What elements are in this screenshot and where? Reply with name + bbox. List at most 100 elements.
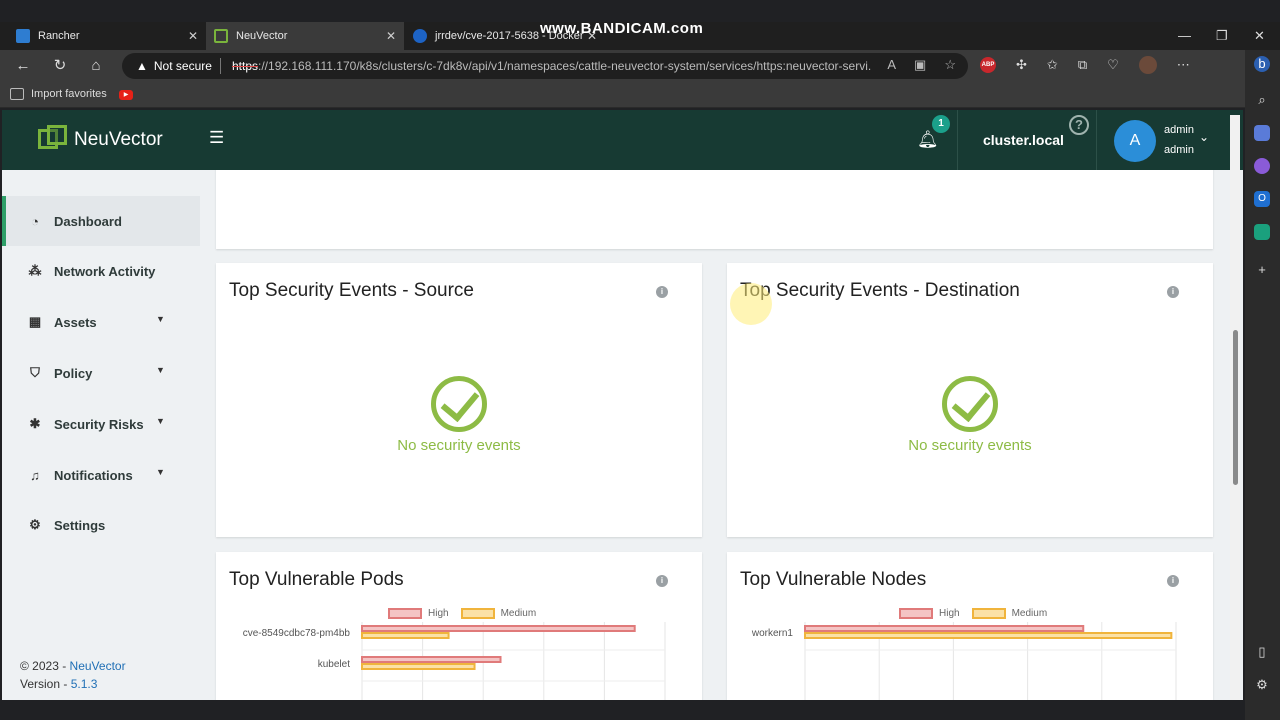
sidebar-item-network-activity[interactable]: ⁂ Network Activity xyxy=(2,246,200,296)
sidebar-item-settings[interactable]: ⚙ Settings xyxy=(2,500,200,550)
url-field[interactable]: ▲ Not secure https://192.168.111.170/k8s… xyxy=(122,53,968,79)
category-label: kubelet xyxy=(318,659,350,670)
info-icon[interactable]: i xyxy=(656,575,668,587)
notification-count-badge: 1 xyxy=(932,115,950,133)
top-vulnerable-nodes-card: Top Vulnerable Nodes i High Medium worke… xyxy=(727,552,1213,700)
sidebar-item-assets[interactable]: ▦ Assets ▼ xyxy=(2,297,200,347)
add-icon[interactable]: + xyxy=(1254,262,1270,278)
import-favorites-label: Import favorites xyxy=(31,88,107,100)
check-circle-icon xyxy=(431,376,487,432)
screen: Rancher ✕ NeuVector ✕ jrrdev/cve-2017-56… xyxy=(0,0,1280,720)
info-icon[interactable]: i xyxy=(1167,286,1179,298)
summary-card xyxy=(216,170,1213,249)
legend-swatch-high[interactable] xyxy=(388,608,422,619)
empty-state-text: No security events xyxy=(908,437,1032,454)
docker-icon xyxy=(413,29,427,43)
cluster-name[interactable]: cluster.local xyxy=(983,132,1064,148)
legend-label: Medium xyxy=(1011,608,1048,619)
more-menu-icon[interactable]: ⋯ xyxy=(1177,57,1190,73)
favorites-icon[interactable]: ✩ xyxy=(1047,57,1058,73)
legend-label: Medium xyxy=(500,608,537,619)
refresh-icon[interactable]: ↻ xyxy=(49,56,71,76)
neuvector-link[interactable]: NeuVector xyxy=(70,659,126,673)
help-icon[interactable]: ? xyxy=(1069,115,1089,135)
home-icon[interactable]: ⌂ xyxy=(85,56,107,76)
info-icon[interactable]: i xyxy=(1167,575,1179,587)
bar-high[interactable] xyxy=(361,656,502,663)
health-icon[interactable]: ♡ xyxy=(1107,57,1119,73)
read-aloud-icon[interactable]: A xyxy=(887,57,896,73)
neuvector-app: NeuVector ☰ 🔔︎ 1 cluster.local ? A admin… xyxy=(2,110,1243,700)
version: Version - 5.1.3 xyxy=(20,677,98,691)
drop-icon[interactable] xyxy=(1254,224,1270,240)
chart-legend: High Medium xyxy=(899,608,1047,619)
recording-watermark: www.BANDICAM.com xyxy=(540,20,704,37)
sidebar-item-notifications[interactable]: ♫ Notifications ▼ xyxy=(2,450,200,500)
close-icon[interactable]: ✕ xyxy=(188,29,198,43)
tab-neuvector[interactable]: NeuVector ✕ xyxy=(206,22,404,50)
bar-medium[interactable] xyxy=(361,632,450,639)
youtube-icon[interactable]: ▶ xyxy=(119,90,133,100)
user-name[interactable]: admin xyxy=(1164,124,1194,136)
cursor-highlight xyxy=(730,283,772,325)
user-role: admin xyxy=(1164,144,1194,156)
restore-icon[interactable]: ❐ xyxy=(1216,28,1228,44)
nodes-bar-chart: workern1 xyxy=(751,622,1177,700)
url-text[interactable]: https://192.168.111.170/k8s/clusters/c-7… xyxy=(232,59,872,73)
close-window-icon[interactable]: ✕ xyxy=(1254,28,1265,44)
info-icon[interactable]: i xyxy=(656,286,668,298)
tab-rancher[interactable]: Rancher ✕ xyxy=(8,22,206,50)
rancher-icon xyxy=(16,29,30,43)
adblock-icon[interactable]: ABP xyxy=(980,57,996,73)
caret-down-icon: ▼ xyxy=(156,365,165,375)
sidebar-item-label: Assets xyxy=(54,314,97,330)
menu-icon[interactable]: ☰ xyxy=(209,128,224,148)
legend-swatch-medium[interactable] xyxy=(971,608,1006,619)
bar-high[interactable] xyxy=(804,625,1085,632)
sidebar-toggle-icon[interactable]: ▯ xyxy=(1254,644,1270,660)
address-bar-row: ← ↻ ⌂ ▲ Not secure https://192.168.111.1… xyxy=(0,50,1280,82)
collections-icon[interactable]: ⧉ xyxy=(1078,57,1087,73)
favorite-star-icon[interactable]: ☆ xyxy=(944,57,956,73)
user-avatar[interactable]: A xyxy=(1114,120,1156,162)
notification-bell-icon[interactable]: 🔔︎ xyxy=(917,130,939,150)
assets-icon: ▦ xyxy=(28,314,42,329)
security-indicator[interactable]: ▲ Not secure xyxy=(136,59,212,73)
import-favorites[interactable]: Import favorites xyxy=(10,88,107,100)
immersive-reader-icon[interactable]: ▣ xyxy=(914,57,926,73)
extensions-toolbar: ABP ✣ ✩ ⧉ ♡ ⋯ xyxy=(980,56,1190,74)
games-icon[interactable] xyxy=(1254,158,1270,174)
scrollbar-thumb[interactable] xyxy=(1233,330,1238,485)
sidebar-item-dashboard[interactable]: ◔ Dashboard xyxy=(2,196,200,246)
chevron-down-icon[interactable]: ⌄ xyxy=(1199,130,1209,144)
profile-avatar[interactable] xyxy=(1138,56,1157,74)
url-actions: A ▣ ☆ xyxy=(887,57,956,73)
category-label: workern1 xyxy=(751,628,794,639)
shopping-icon[interactable] xyxy=(1254,125,1270,141)
close-icon[interactable]: ✕ xyxy=(386,29,396,43)
sidebar-item-policy[interactable]: ⛉ Policy ▼ xyxy=(2,348,200,398)
bing-icon[interactable]: b xyxy=(1254,56,1270,72)
minimize-icon[interactable]: — xyxy=(1178,28,1191,43)
sidebar: ◔ Dashboard ⁂ Network Activity ▦ Assets … xyxy=(2,170,200,700)
legend-swatch-medium[interactable] xyxy=(460,608,495,619)
bar-medium[interactable] xyxy=(804,632,1173,639)
bar-high[interactable] xyxy=(361,625,636,632)
sidebar-item-security-risks[interactable]: ✱ Security Risks ▼ xyxy=(2,399,200,449)
sidebar-item-label: Policy xyxy=(54,365,93,381)
legend-swatch-high[interactable] xyxy=(899,608,933,619)
page-scrollbar[interactable] xyxy=(1230,115,1240,700)
settings-gear-icon[interactable]: ⚙ xyxy=(1254,677,1270,693)
back-icon[interactable]: ← xyxy=(12,56,34,76)
version-number: 5.1.3 xyxy=(70,677,98,691)
extensions-icon[interactable]: ✣ xyxy=(1016,57,1027,73)
outlook-icon[interactable]: O xyxy=(1254,191,1270,207)
shield-icon: ⛉ xyxy=(30,365,40,380)
search-icon[interactable]: ⌕ xyxy=(1254,92,1270,108)
neuvector-logo[interactable]: NeuVector xyxy=(38,125,163,155)
sidebar-item-label: Security Risks xyxy=(54,416,144,432)
gauge-icon: ◔ xyxy=(31,213,39,229)
favorites-bar: Import favorites ▶ xyxy=(0,82,1280,108)
url-scheme: https xyxy=(232,59,259,73)
bar-medium[interactable] xyxy=(361,663,476,670)
